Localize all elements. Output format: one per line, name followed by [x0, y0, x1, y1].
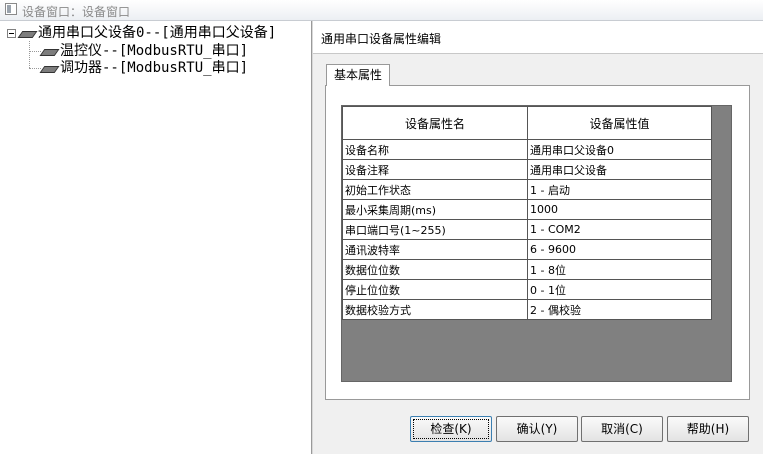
property-name: 串口端口号(1~255) [342, 219, 528, 240]
window-title: 设备窗口：设备窗口 [22, 5, 131, 19]
table-row[interactable]: 串口端口号(1~255) 1 - COM2 [342, 219, 712, 240]
tree-node-child[interactable]: 温控仪--[ModbusRTU_串口] [41, 42, 248, 60]
cancel-button[interactable]: 取消(C) [581, 416, 663, 442]
device-icon [41, 47, 57, 56]
table-row[interactable]: 初始工作状态 1 - 启动 [342, 179, 712, 200]
device-icon [41, 64, 57, 73]
table-row[interactable]: 通讯波特率 6 - 9600 [342, 239, 712, 260]
column-header: 设备属性名 [342, 106, 528, 140]
tree-node-label: 调功器--[ModbusRTU_串口] [60, 60, 249, 76]
table-row[interactable]: 最小采集周期(ms) 1000 [342, 199, 712, 220]
property-name: 通讯波特率 [342, 239, 528, 260]
tree-node-child[interactable]: 调功器--[ModbusRTU_串口] [41, 59, 248, 77]
property-value[interactable]: 1000 [527, 199, 712, 220]
property-table: 设备属性名 设备属性值 设备名称 通用串口父设备0 设备注释 通用串口父设备 初始工… [342, 106, 712, 320]
serial-device-icon [19, 29, 35, 38]
property-name: 设备名称 [342, 139, 528, 160]
property-value[interactable]: 1 - COM2 [527, 219, 712, 240]
property-value[interactable]: 通用串口父设备 [527, 159, 712, 180]
column-header: 设备属性值 [527, 106, 712, 140]
property-value[interactable]: 0 - 1位 [527, 279, 712, 300]
panel-title: 通用串口设备属性编辑 [321, 32, 442, 46]
tree-node-label: 通用串口父设备0--[通用串口父设备] [38, 25, 277, 41]
property-name: 数据校验方式 [342, 299, 528, 320]
app-window-icon [5, 3, 17, 15]
property-name: 停止位位数 [342, 279, 528, 300]
table-header-row: 设备属性名 设备属性值 [342, 106, 712, 140]
table-row[interactable]: 数据校验方式 2 - 偶校验 [342, 299, 712, 320]
property-name: 数据位位数 [342, 259, 528, 280]
table-row[interactable]: 停止位位数 0 - 1位 [342, 279, 712, 300]
property-value[interactable]: 1 - 8位 [527, 259, 712, 280]
property-name: 设备注释 [342, 159, 528, 180]
property-value[interactable]: 2 - 偶校验 [527, 299, 712, 320]
property-name: 初始工作状态 [342, 179, 528, 200]
collapse-icon[interactable] [7, 29, 16, 38]
property-value[interactable]: 1 - 启动 [527, 179, 712, 200]
window-title-bar: 设备窗口：设备窗口 [0, 0, 763, 21]
panel-header: 通用串口设备属性编辑 [313, 21, 763, 54]
help-button[interactable]: 帮助(H) [667, 416, 749, 442]
property-name: 最小采集周期(ms) [342, 199, 528, 220]
tab-basic-properties[interactable]: 基本属性 [326, 64, 390, 86]
property-editor-panel: 通用串口设备属性编辑 基本属性 设备属性名 设备属性值 设备名称 通用串口父设备0… [312, 21, 763, 454]
check-button[interactable]: 检查(K) [410, 416, 492, 442]
tree-node-label: 温控仪--[ModbusRTU_串口] [60, 43, 249, 59]
table-row[interactable]: 设备注释 通用串口父设备 [342, 159, 712, 180]
property-value[interactable]: 6 - 9600 [527, 239, 712, 260]
tree-node-root[interactable]: 通用串口父设备0--[通用串口父设备] [19, 24, 276, 42]
table-row[interactable]: 设备名称 通用串口父设备0 [342, 139, 712, 160]
property-value[interactable]: 通用串口父设备0 [527, 139, 712, 160]
confirm-button[interactable]: 确认(Y) [496, 416, 578, 442]
table-row[interactable]: 数据位位数 1 - 8位 [342, 259, 712, 280]
device-tree[interactable]: 通用串口父设备0--[通用串口父设备] 温控仪--[ModbusRTU_串口] … [0, 21, 312, 454]
